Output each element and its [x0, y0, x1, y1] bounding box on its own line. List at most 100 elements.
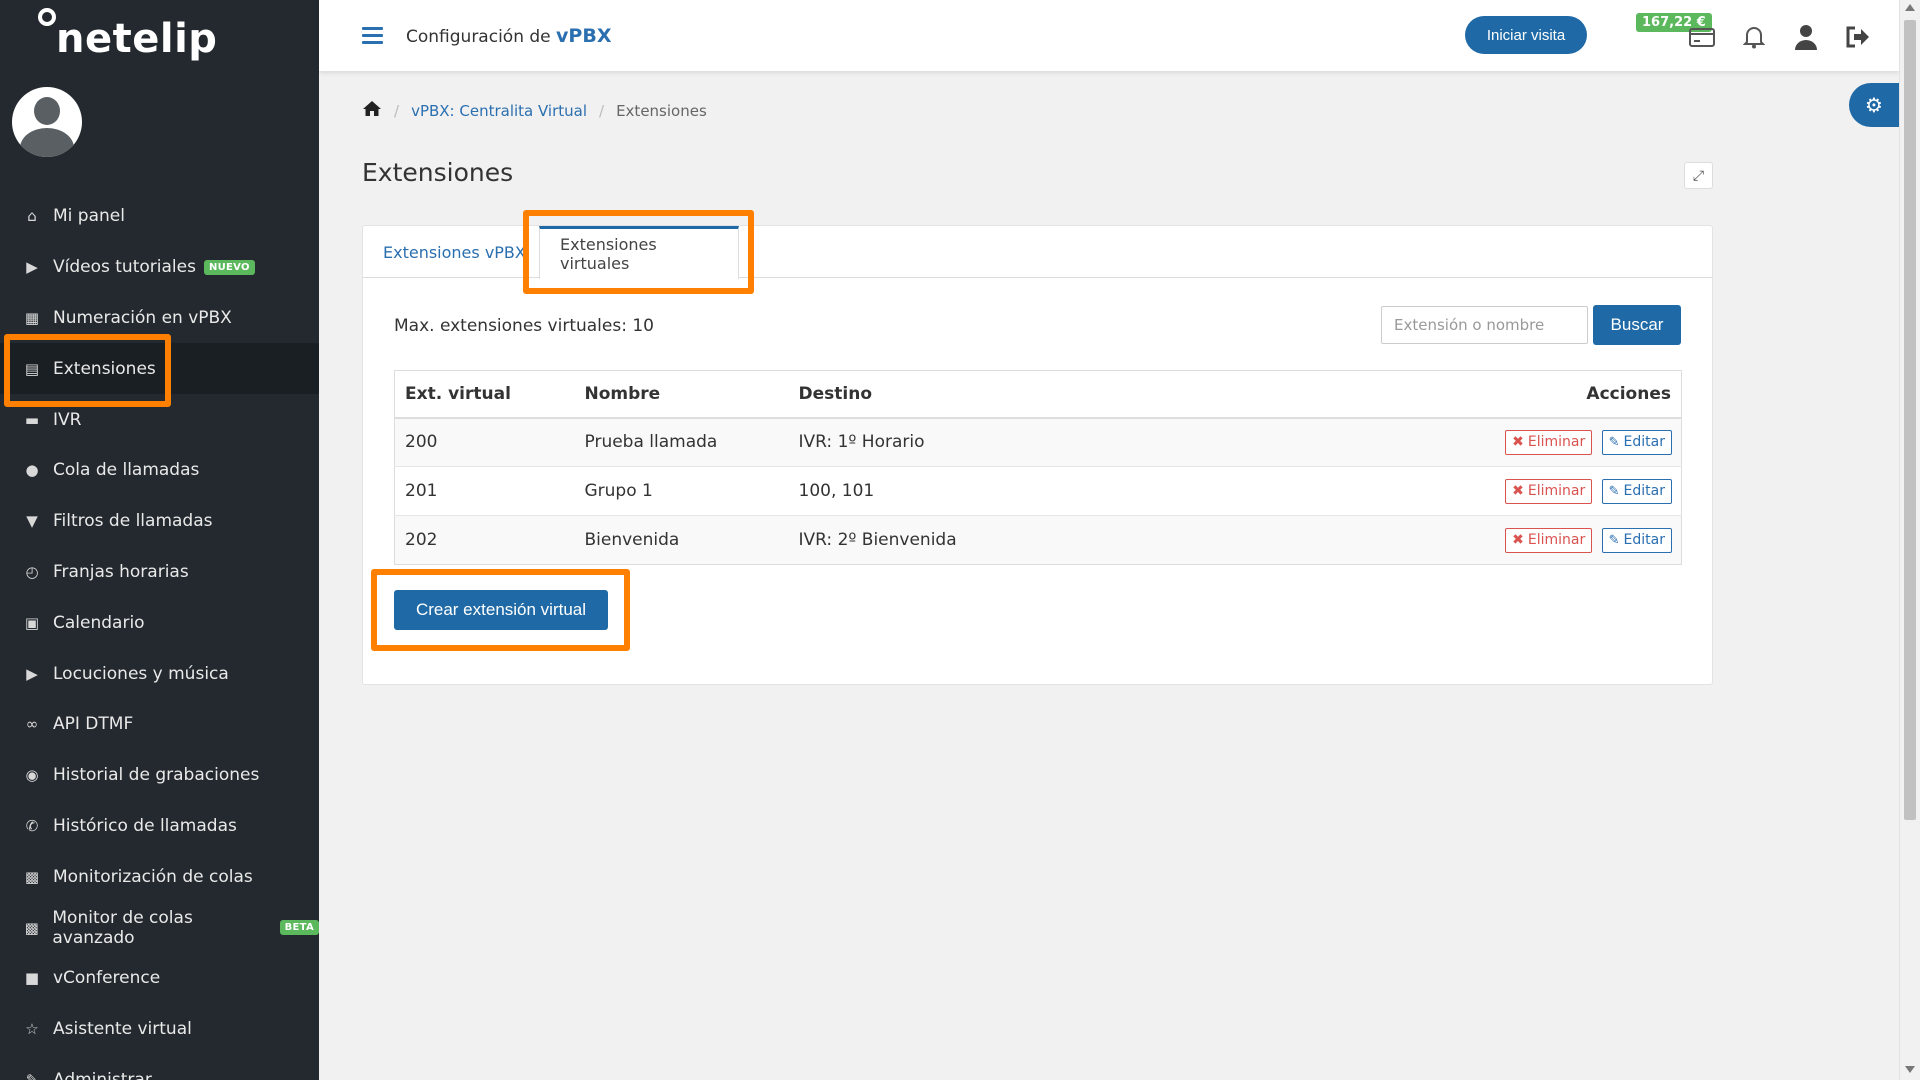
cell-ext: 201: [394, 466, 575, 516]
wallet-icon[interactable]: [1689, 24, 1715, 50]
breadcrumb-vpbx-link[interactable]: vPBX: Centralita Virtual: [411, 102, 587, 120]
x-icon: ✖: [1512, 483, 1524, 499]
cell-destino: IVR: 2º Bienvenida: [788, 515, 1208, 565]
sidebar-item-monitor-avanzado[interactable]: ▩ Monitor de colas avanzado BETA: [0, 902, 319, 953]
avatar-head-icon: [34, 97, 60, 125]
grid-icon: ▦: [24, 308, 40, 327]
cell-nombre: Grupo 1: [574, 466, 789, 516]
table-row: 201 Grupo 1 100, 101 ✖ Eliminar ✎ Editar: [394, 466, 1682, 516]
delete-button[interactable]: ✖ Eliminar: [1505, 478, 1593, 504]
sidebar-item-label: Locuciones y música: [53, 663, 229, 684]
header-nombre: Nombre: [574, 370, 789, 419]
cell-actions: ✖ Eliminar ✎ Editar: [1207, 515, 1682, 565]
scroll-up-icon[interactable]: [1905, 4, 1915, 11]
sidebar-item-label: Calendario: [53, 612, 145, 633]
sidebar-item-label: Asistente virtual: [53, 1019, 192, 1040]
logo-pin-icon: [38, 8, 56, 26]
sidebar-item-label: IVR: [53, 409, 82, 430]
pencil-icon: ✎: [1608, 483, 1620, 499]
sidebar-item-filtros[interactable]: ▼ Filtros de llamadas: [0, 496, 319, 547]
sidebar-item-franjas[interactable]: ◴ Franjas horarias: [0, 547, 319, 598]
sidebar-item-extensiones[interactable]: ▤ Extensiones: [0, 343, 319, 395]
sidebar-item-ivr[interactable]: ▬ IVR: [0, 394, 319, 445]
sidebar-item-label: Mi panel: [53, 206, 125, 227]
create-virtual-extension-button[interactable]: Crear extensión virtual: [394, 590, 608, 630]
delete-button[interactable]: ✖ Eliminar: [1505, 429, 1593, 455]
sidebar-nav: ⌂ Mi panel ▶ Vídeos tutoriales NUEVO ▦ N…: [0, 191, 319, 1080]
topbar-title-bold: vPBX: [556, 25, 612, 47]
bar-chart-icon: ▩: [24, 867, 40, 886]
star-icon: ☆: [25, 1020, 39, 1039]
link-icon: ∞: [25, 715, 39, 734]
sidebar-item-label: Histórico de llamadas: [53, 815, 237, 836]
sidebar-item-label: Numeración en vPBX: [53, 307, 232, 328]
cell-nombre: Prueba llamada: [574, 417, 789, 467]
edit-button[interactable]: ✎ Editar: [1601, 527, 1672, 553]
sidebar-item-label: Historial de grabaciones: [53, 765, 260, 786]
tabs-bar: Extensiones vPBX Extensiones virtuales: [363, 226, 1712, 279]
pencil-icon: ✎: [1608, 532, 1620, 548]
sidebar-item-historico[interactable]: ✆ Histórico de llamadas: [0, 801, 319, 852]
record-icon: ◉: [25, 766, 39, 785]
start-visit-button[interactable]: Iniciar visita: [1465, 16, 1587, 54]
delete-button[interactable]: ✖ Eliminar: [1505, 527, 1593, 553]
sidebar-item-api-dtmf[interactable]: ∞ API DTMF: [0, 699, 319, 750]
delete-label: Eliminar: [1527, 434, 1586, 451]
breadcrumb-current: Extensiones: [616, 101, 707, 120]
cell-nombre: Bienvenida: [574, 515, 789, 565]
sidebar-item-label: Franjas horarias: [53, 561, 189, 582]
edit-button[interactable]: ✎ Editar: [1601, 478, 1672, 504]
scroll-down-icon[interactable]: [1905, 1066, 1915, 1073]
edit-icon: ✎: [25, 1070, 39, 1080]
video-icon: ▶: [26, 258, 38, 277]
sidebar-item-label: vConference: [53, 968, 161, 989]
cell-ext: 202: [394, 515, 575, 565]
speaker-icon: ▶: [26, 664, 38, 683]
tab-extensiones-vpbx[interactable]: Extensiones vPBX: [363, 226, 546, 278]
sidebar-item-asistente[interactable]: ☆ Asistente virtual: [0, 1004, 319, 1055]
user-icon: ●: [25, 461, 39, 480]
settings-gear-icon[interactable]: ⚙: [1849, 83, 1899, 127]
hamburger-menu-icon[interactable]: [362, 27, 383, 44]
page-scrollbar[interactable]: [1899, 0, 1920, 1080]
sidebar-item-label: Vídeos tutoriales: [53, 257, 196, 278]
topbar-title: Configuración de vPBX: [406, 25, 611, 47]
sidebar-item-grabaciones[interactable]: ◉ Historial de grabaciones: [0, 750, 319, 801]
home-icon: ⌂: [27, 207, 37, 226]
page-title: Extensiones: [362, 158, 514, 187]
sidebar-item-monitorizacion[interactable]: ▩ Monitorización de colas: [0, 851, 319, 902]
sidebar-item-cola-llamadas[interactable]: ● Cola de llamadas: [0, 445, 319, 496]
sidebar-item-administrar[interactable]: ✎ Administrar: [0, 1055, 319, 1080]
table-header-row: Ext. virtual Nombre Destino Acciones: [394, 370, 1682, 419]
avatar-body-icon: [20, 128, 74, 157]
sidebar-item-label: Filtros de llamadas: [53, 511, 213, 532]
sidebar-item-label: API DTMF: [53, 714, 134, 735]
sidebar-item-label: Monitor de colas avanzado: [52, 907, 193, 948]
logout-icon[interactable]: [1845, 24, 1871, 50]
scrollbar-thumb[interactable]: [1904, 20, 1916, 820]
bell-icon[interactable]: [1741, 24, 1767, 50]
user-profile-icon[interactable]: [1793, 24, 1819, 50]
search-button[interactable]: Buscar: [1593, 305, 1681, 345]
edit-label: Editar: [1623, 532, 1665, 548]
camera-icon: ■: [24, 969, 40, 988]
expand-icon[interactable]: ⤢: [1684, 162, 1713, 189]
sidebar-item-vconference[interactable]: ■ vConference: [0, 953, 319, 1004]
edit-label: Editar: [1623, 483, 1665, 499]
sidebar-item-calendario[interactable]: ▣ Calendario: [0, 597, 319, 648]
sidebar-item-locuciones[interactable]: ▶ Locuciones y música: [0, 648, 319, 699]
sidebar-item-numeracion[interactable]: ▦ Numeración en vPBX: [0, 293, 319, 344]
sidebar-item-videos-tutoriales[interactable]: ▶ Vídeos tutoriales NUEVO: [0, 242, 319, 293]
tab-extensiones-virtuales[interactable]: Extensiones virtuales: [539, 226, 739, 279]
breadcrumb: / vPBX: Centralita Virtual / Extensiones: [362, 100, 707, 121]
search-input[interactable]: [1381, 306, 1588, 344]
breadcrumb-home-icon[interactable]: [362, 100, 382, 121]
sidebar-item-label: Administrar: [53, 1069, 152, 1080]
cell-actions: ✖ Eliminar ✎ Editar: [1207, 417, 1682, 467]
sidebar-item-label: Extensiones: [53, 358, 156, 379]
user-avatar[interactable]: [12, 87, 82, 157]
netelip-logo[interactable]: netelip: [36, 4, 217, 64]
edit-button[interactable]: ✎ Editar: [1601, 429, 1672, 455]
sidebar-item-label: Monitorización de colas: [53, 866, 253, 887]
sidebar-item-mi-panel[interactable]: ⌂ Mi panel: [0, 191, 319, 242]
